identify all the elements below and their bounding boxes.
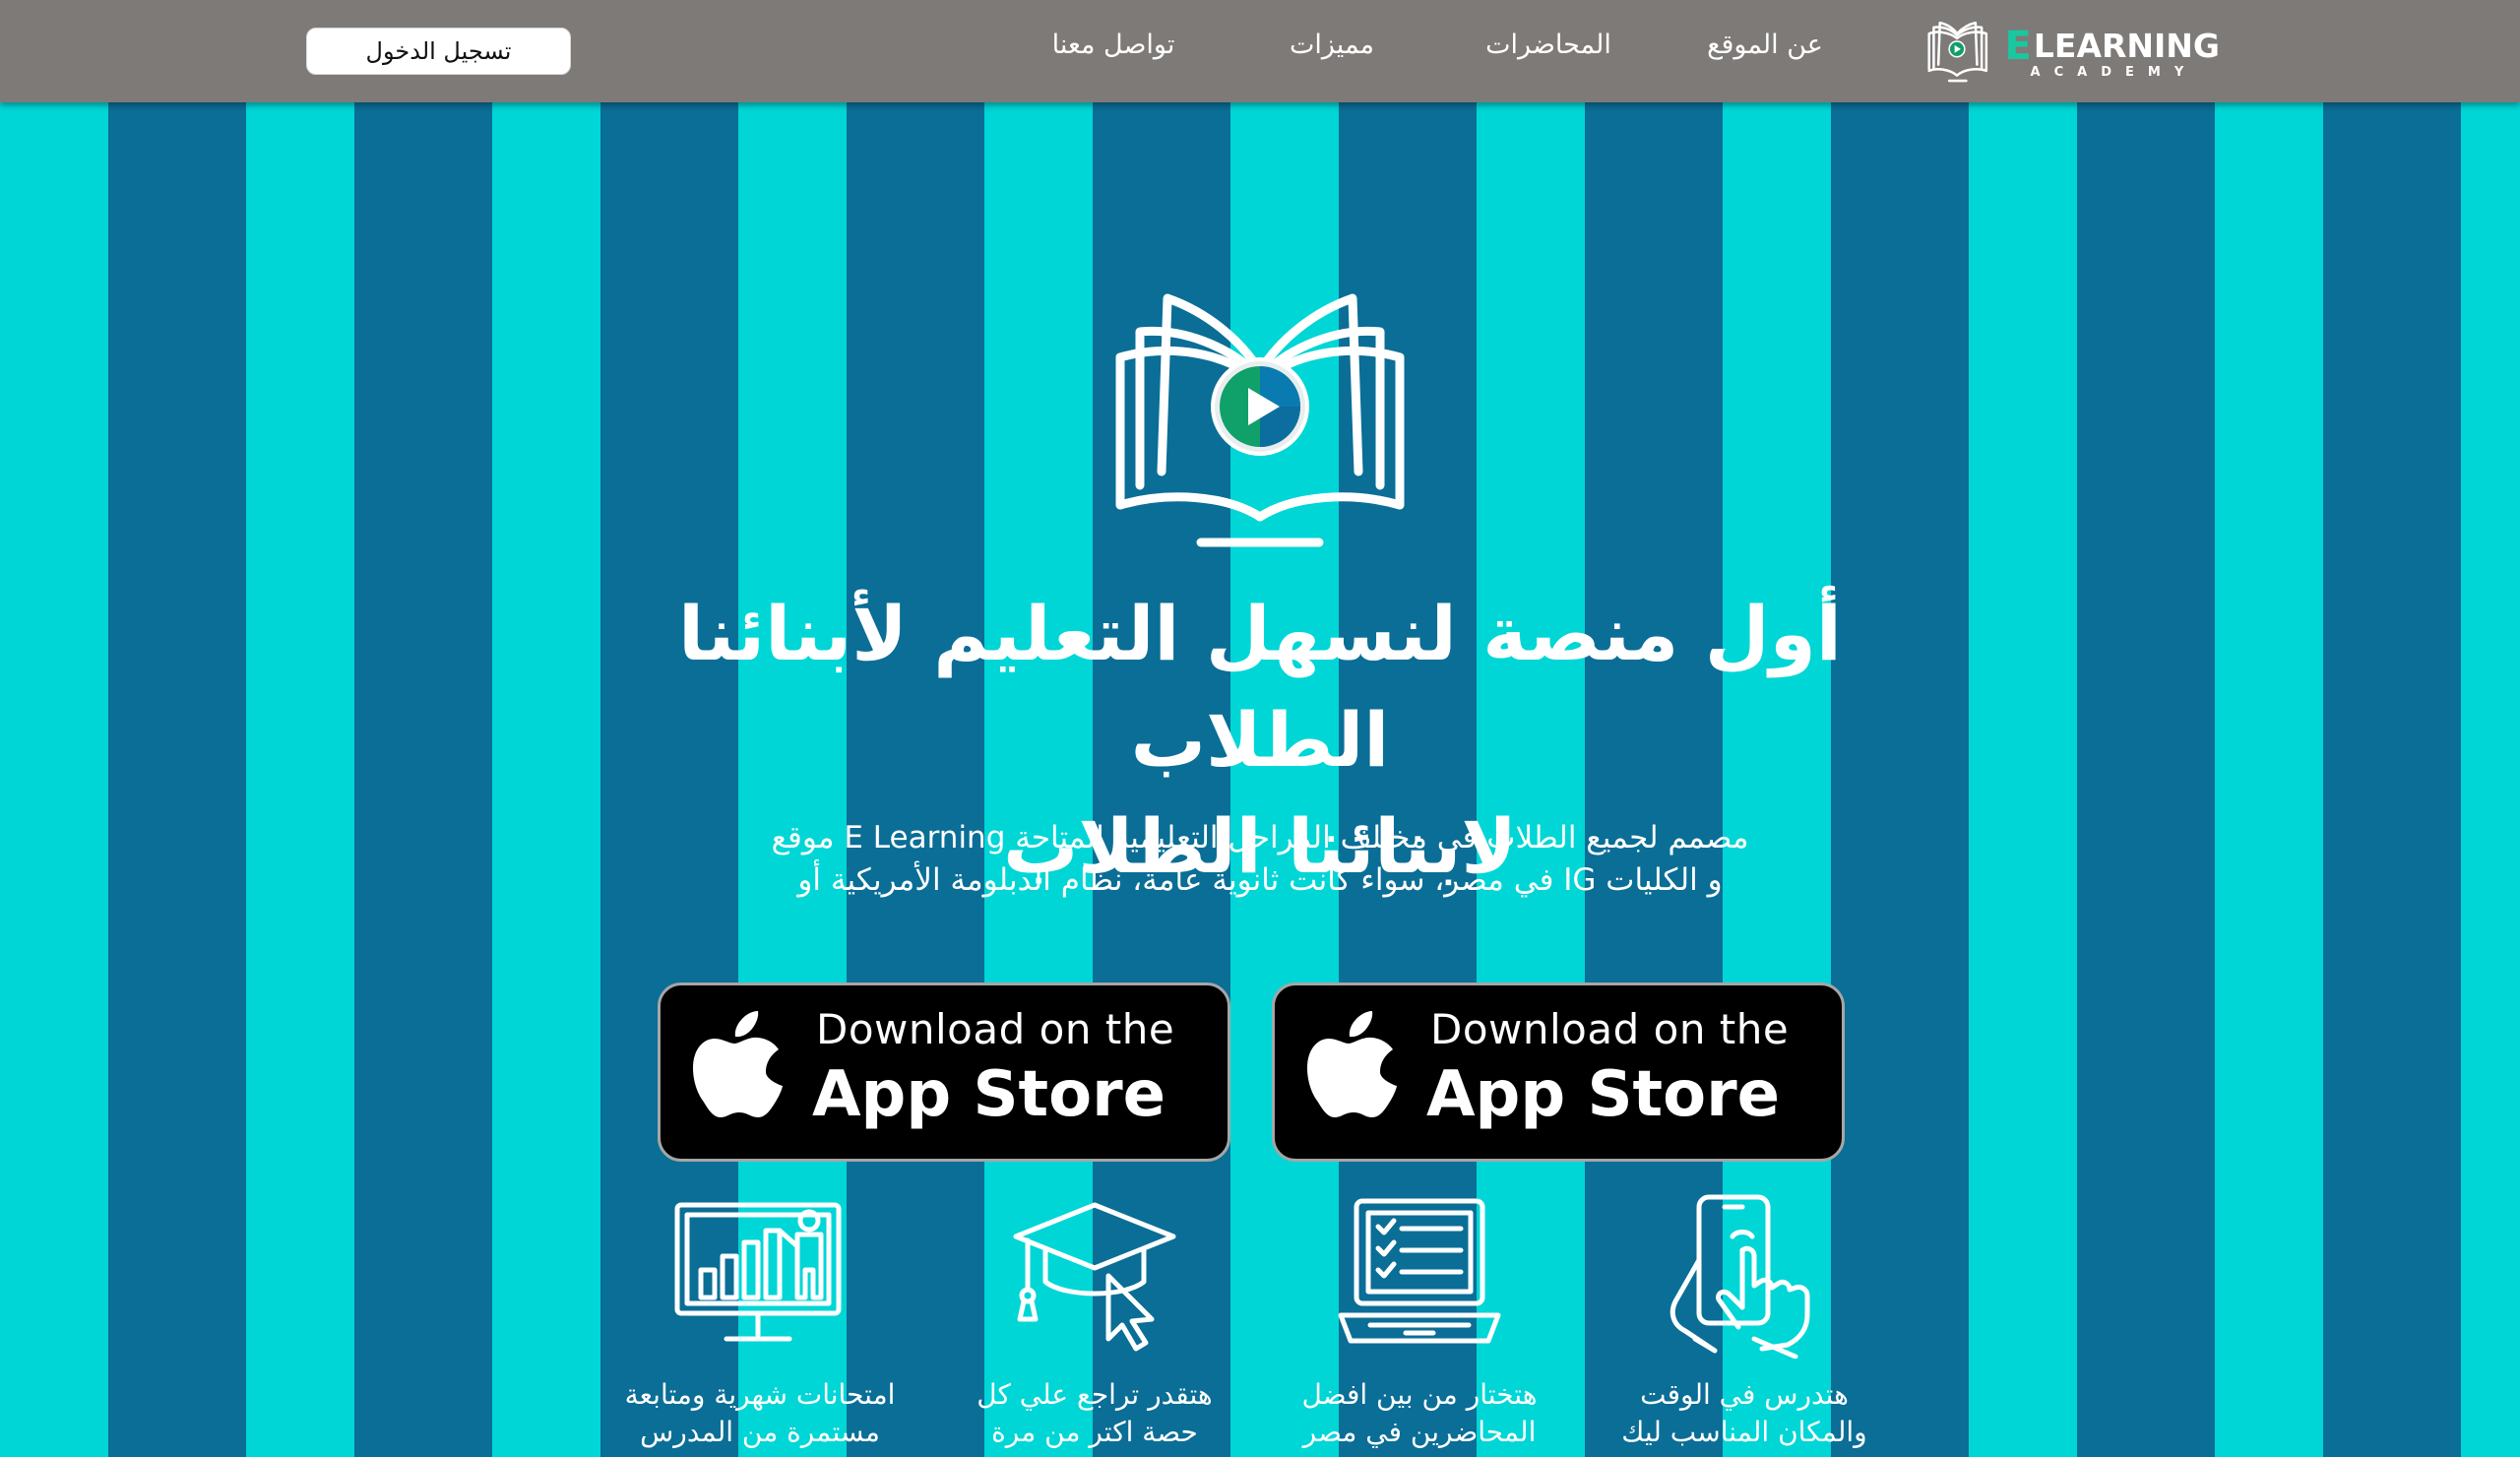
nav-link-contact[interactable]: تواصل معنا (1052, 30, 1175, 60)
navbar: تسجيل الدخول تواصل معنا مميزات المحاضرات… (0, 0, 2520, 102)
feature-text-line-2: مستمرة من المدرس (640, 1416, 880, 1448)
hero-description-line-1: مصمم لجميع الطلاب في مختلف المراحل التعل… (771, 820, 1749, 855)
feature-text-line-1: امتحانات شهرية ومتابعة (624, 1378, 896, 1411)
feature-monthly-exams: امتحانات شهرية ومتابعة مستمرة من المدرس (612, 1191, 908, 1457)
app-store-button-1[interactable]: Download on the App Store (658, 982, 1230, 1162)
apple-icon (1307, 1011, 1397, 1117)
app-store-button-2[interactable]: Download on the App Store (1272, 982, 1845, 1162)
store-button-small-text: Download on the (1430, 1005, 1790, 1053)
nav-link-about[interactable]: عن الموقع (1707, 30, 1823, 60)
nav-link-features[interactable]: مميزات (1290, 30, 1374, 60)
feature-text-line-1: هتقدر تراجع علي كل (976, 1378, 1213, 1411)
login-button[interactable]: تسجيل الدخول (306, 28, 571, 75)
store-button-big-text: App Store (812, 1058, 1166, 1131)
graduation-cap-cursor-icon (1013, 1202, 1176, 1352)
feature-text: هتختار من بين افضل المحاضرين في مصر (1272, 1376, 1567, 1451)
store-button-big-text: App Store (1426, 1058, 1781, 1131)
feature-text: امتحانات شهرية ومتابعة مستمرة من المدرس (612, 1376, 908, 1451)
laptop-checklist-icon (1338, 1198, 1501, 1344)
logo-letter: E (2004, 23, 2032, 69)
feature-text: هتدرس في الوقت والمكان المناسب ليك (1597, 1376, 1892, 1451)
feature-review-lessons: هتقدر تراجع علي كل حصة اكتر من مرة (947, 1191, 1242, 1457)
apple-icon (693, 1011, 783, 1117)
feature-study-anytime: هتدرس في الوقت والمكان المناسب ليك (1597, 1191, 1892, 1457)
feature-text: هتقدر تراجع علي كل حصة اكتر من مرة (947, 1376, 1242, 1451)
logo-wordmark: E LEARNING ACADEMY (2005, 27, 2220, 79)
logo-sub-text: ACADEMY (2030, 64, 2198, 80)
open-book-play-icon (1115, 293, 1405, 547)
feature-text-line-1: هتدرس في الوقت (1640, 1378, 1849, 1411)
book-play-logo-icon (1927, 21, 1988, 83)
feature-text-line-1: هتختار من بين افضل (1301, 1378, 1538, 1411)
store-button-small-text: Download on the (816, 1005, 1175, 1053)
logo-main-text: LEARNING (2033, 27, 2220, 65)
feature-best-lecturers: هتختار من بين افضل المحاضرين في مصر (1272, 1191, 1567, 1457)
site-logo[interactable]: E LEARNING ACADEMY (1924, 11, 2220, 94)
feature-text-line-2: المحاضرين في مصر (1302, 1416, 1537, 1448)
phone-touch-icon (1670, 1194, 1810, 1359)
hero-title-line-1: أول منصة لنسهل التعليم لأبنائنا الطلاب (678, 590, 1842, 784)
feature-text-line-2: حصة اكتر من مرة (991, 1416, 1198, 1448)
presentation-chart-icon (674, 1202, 842, 1342)
feature-text-line-2: والمكان المناسب ليك (1621, 1416, 1867, 1448)
nav-link-lectures[interactable]: المحاضرات (1485, 30, 1611, 60)
hero-description: مصمم لجميع الطلاب في مختلف المراحل التعل… (669, 817, 1851, 902)
hero-description-line-2: و الكليات IG في مصر، سواء كانت ثانوية عا… (797, 862, 1723, 898)
